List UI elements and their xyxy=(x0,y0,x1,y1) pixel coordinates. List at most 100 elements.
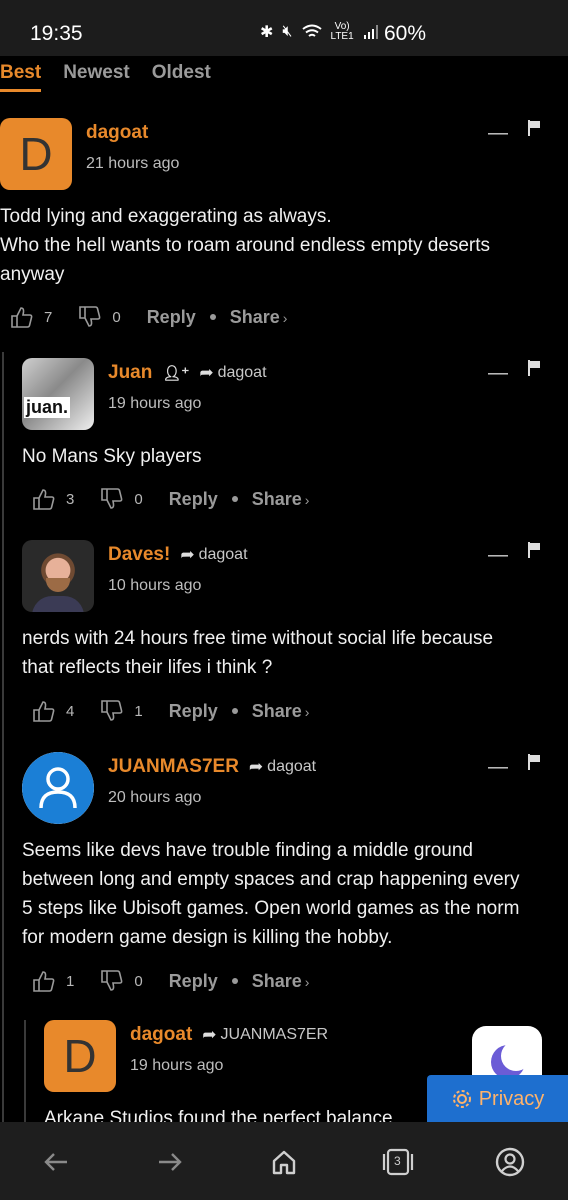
upvote-count: 4 xyxy=(66,702,75,720)
gear-icon xyxy=(452,1090,471,1108)
separator-dot xyxy=(231,708,238,714)
lte-indicator: Vo) LTE1 xyxy=(330,21,354,42)
share-button[interactable]: Share › xyxy=(230,307,288,328)
collapse-button[interactable]: — xyxy=(488,122,508,145)
flag-icon[interactable] xyxy=(528,120,542,136)
comment: juan. Juan 👤︎⁺ ➦ dagoat 19 hours ago — No… xyxy=(22,358,568,518)
comment-actions: 1 0 Reply Share › xyxy=(32,970,309,992)
arrow-right-icon xyxy=(159,1153,182,1171)
comment-time: 20 hours ago xyxy=(108,789,202,806)
home-button[interactable] xyxy=(264,1142,304,1182)
collapse-button[interactable]: — xyxy=(488,544,508,567)
comment-author[interactable]: JUANMAS7ER ➦ dagoat xyxy=(108,756,316,778)
thumbs-up-icon[interactable] xyxy=(32,970,56,992)
reply-button[interactable]: Reply xyxy=(147,307,196,328)
status-bar: 19:35 ✱ 🔇︎ Vo) LTE1 60% xyxy=(0,0,568,56)
forward-button[interactable] xyxy=(150,1142,190,1182)
thumbs-down-icon[interactable] xyxy=(100,970,124,992)
signal-icon xyxy=(363,25,378,39)
comment-time: 19 hours ago xyxy=(130,1057,224,1074)
comment-author[interactable]: dagoat xyxy=(86,122,148,144)
thumbs-down-icon[interactable] xyxy=(100,700,124,722)
share-button[interactable]: Share › xyxy=(252,701,310,722)
wifi-icon xyxy=(301,24,322,37)
comment-body: Arkane Studios found the perfect balance xyxy=(44,1108,393,1122)
comment-time: 10 hours ago xyxy=(108,577,202,594)
reply-arrow-icon: ➦ xyxy=(180,545,195,564)
reply-to[interactable]: ➦ JUANMAS7ER xyxy=(202,1025,328,1045)
share-button[interactable]: Share › xyxy=(252,971,310,992)
upvote-count: 7 xyxy=(44,308,53,326)
chevron-right-icon: › xyxy=(282,309,288,326)
avatar[interactable] xyxy=(22,752,94,824)
chevron-right-icon: › xyxy=(304,973,310,990)
avatar[interactable]: juan. xyxy=(22,358,94,430)
tab-oldest[interactable]: Oldest xyxy=(152,58,211,92)
comment-body: Todd lying and exaggerating as always. W… xyxy=(0,206,491,285)
reply-arrow-icon: ➦ xyxy=(248,757,264,776)
comment-body: Seems like devs have trouble finding a m… xyxy=(22,840,520,948)
avatar[interactable]: D xyxy=(0,118,72,190)
thumbs-down-icon[interactable] xyxy=(78,306,102,328)
thumbs-up-icon[interactable] xyxy=(32,488,56,510)
battery-percent: 60% xyxy=(384,22,427,45)
tab-newest[interactable]: Newest xyxy=(63,58,130,92)
bottom-nav: 3 xyxy=(0,1122,568,1200)
status-icons: ✱ 🔇︎ Vo) LTE1 xyxy=(260,22,379,42)
collapse-button[interactable]: — xyxy=(488,362,508,385)
thumbs-up-icon[interactable] xyxy=(32,700,56,722)
privacy-button[interactable]: Privacy xyxy=(427,1075,568,1123)
reply-arrow-icon: ➦ xyxy=(199,363,214,382)
separator-dot xyxy=(231,978,238,984)
flag-icon[interactable] xyxy=(528,754,542,770)
tab-best[interactable]: Best xyxy=(0,58,42,92)
comment: Daves! ➦ dagoat 10 hours ago — nerds with… xyxy=(22,540,568,730)
avatar[interactable] xyxy=(22,540,94,612)
tabs-button[interactable]: 3 xyxy=(378,1142,418,1182)
user-icon xyxy=(39,767,77,809)
reply-to[interactable]: ➦ dagoat xyxy=(249,757,316,777)
reply-button[interactable]: Reply xyxy=(169,971,218,992)
downvote-count: 0 xyxy=(112,308,121,326)
thumbs-up-icon[interactable] xyxy=(10,306,34,328)
upvote-count: 3 xyxy=(66,490,75,508)
account-button[interactable] xyxy=(490,1142,530,1182)
comment: JUANMAS7ER ➦ dagoat 20 hours ago — Seems … xyxy=(22,752,568,1002)
reply-button[interactable]: Reply xyxy=(169,489,218,510)
reply-arrow-icon: ➦ xyxy=(202,1025,217,1044)
reply-to[interactable]: ➦ dagoat xyxy=(199,363,266,383)
chevron-right-icon: › xyxy=(304,491,310,508)
separator-dot xyxy=(209,314,216,320)
comment-body: No Mans Sky players xyxy=(22,446,202,467)
account-icon xyxy=(495,1147,525,1177)
flag-icon[interactable] xyxy=(528,542,542,558)
share-button[interactable]: Share › xyxy=(252,489,310,510)
flag-icon[interactable] xyxy=(528,360,542,376)
comment-time: 19 hours ago xyxy=(108,395,202,412)
arrow-left-icon xyxy=(44,1153,67,1171)
status-time: 19:35 xyxy=(30,22,83,45)
tabs-count: 3 xyxy=(394,1154,401,1168)
comment-time: 21 hours ago xyxy=(86,155,180,172)
comment-actions: 4 1 Reply Share › xyxy=(32,700,309,722)
sort-tabs: Best Newest Oldest xyxy=(0,58,568,92)
follow-user-icon[interactable]: 👤︎⁺ xyxy=(162,364,189,382)
downvote-count: 0 xyxy=(134,490,143,508)
downvote-count: 0 xyxy=(134,972,143,990)
back-button[interactable] xyxy=(36,1142,76,1182)
comment-author[interactable]: Juan 👤︎⁺ ➦ dagoat xyxy=(108,362,267,384)
comment-actions: 3 0 Reply Share › xyxy=(32,488,309,510)
thread-line-nested xyxy=(24,1020,26,1122)
comment-author[interactable]: Daves! ➦ dagoat xyxy=(108,544,248,566)
comment-author[interactable]: dagoat ➦ JUANMAS7ER xyxy=(130,1024,328,1046)
upvote-count: 1 xyxy=(66,972,75,990)
reply-to[interactable]: ➦ dagoat xyxy=(180,545,247,565)
avatar[interactable]: D xyxy=(44,1020,116,1092)
thumbs-down-icon[interactable] xyxy=(100,488,124,510)
reply-button[interactable]: Reply xyxy=(169,701,218,722)
collapse-button[interactable]: — xyxy=(488,756,508,779)
bluetooth-icon: ✱ xyxy=(260,24,274,41)
comment-actions: 7 0 Reply Share › xyxy=(10,306,287,328)
comment: D dagoat 21 hours ago — Todd lying and e… xyxy=(0,118,568,338)
mute-icon: 🔇︎ xyxy=(282,23,293,40)
